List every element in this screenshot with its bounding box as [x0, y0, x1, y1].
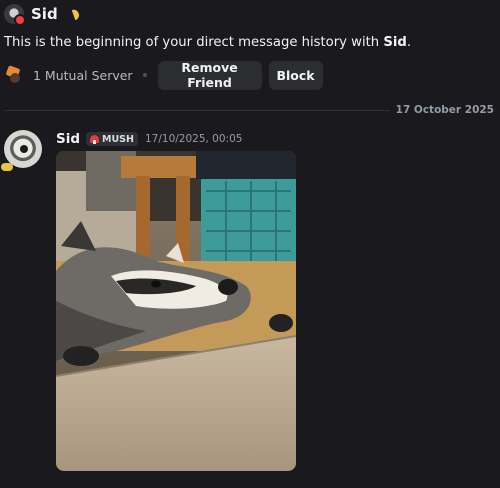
mushroom-icon — [90, 135, 100, 144]
dnd-status-icon — [14, 14, 26, 26]
block-button[interactable]: Block — [268, 60, 323, 90]
remove-friend-button[interactable]: Remove Friend — [157, 60, 262, 90]
banana-icon: ◗ — [69, 5, 82, 23]
avatar-decoration-icon — [1, 163, 13, 171]
image-attachment[interactable] — [56, 151, 296, 471]
header-username[interactable]: Sid — [31, 5, 58, 23]
dm-header: Sid ◗ — [4, 2, 82, 26]
guild-tag-badge[interactable]: MUSH — [86, 132, 138, 146]
intro-suffix: . — [406, 35, 412, 50]
message-header: Sid MUSH 17/10/2025, 00:05 — [56, 130, 242, 148]
mutual-servers-link[interactable]: 1 Mutual Server — [33, 68, 133, 83]
message-timestamp[interactable]: 17/10/2025, 00:05 — [145, 133, 242, 145]
guild-tag-label: MUSH — [102, 133, 134, 145]
dm-intro-text: This is the beginning of your direct mes… — [4, 35, 411, 50]
user-avatar[interactable] — [4, 4, 26, 26]
avatar-eye — [20, 145, 28, 153]
message-author-avatar[interactable] — [1, 130, 42, 171]
raccoon-photo-icon — [56, 151, 296, 471]
server-icon[interactable] — [4, 65, 24, 85]
profile-actions: 1 Mutual Server Remove Friend Block — [4, 60, 323, 90]
message-author-name[interactable]: Sid — [56, 131, 80, 147]
intro-name: Sid — [383, 35, 407, 50]
date-divider-label: 17 October 2025 — [389, 104, 494, 116]
separator-dot — [142, 73, 147, 77]
intro-prefix: This is the beginning of your direct mes… — [4, 35, 384, 50]
